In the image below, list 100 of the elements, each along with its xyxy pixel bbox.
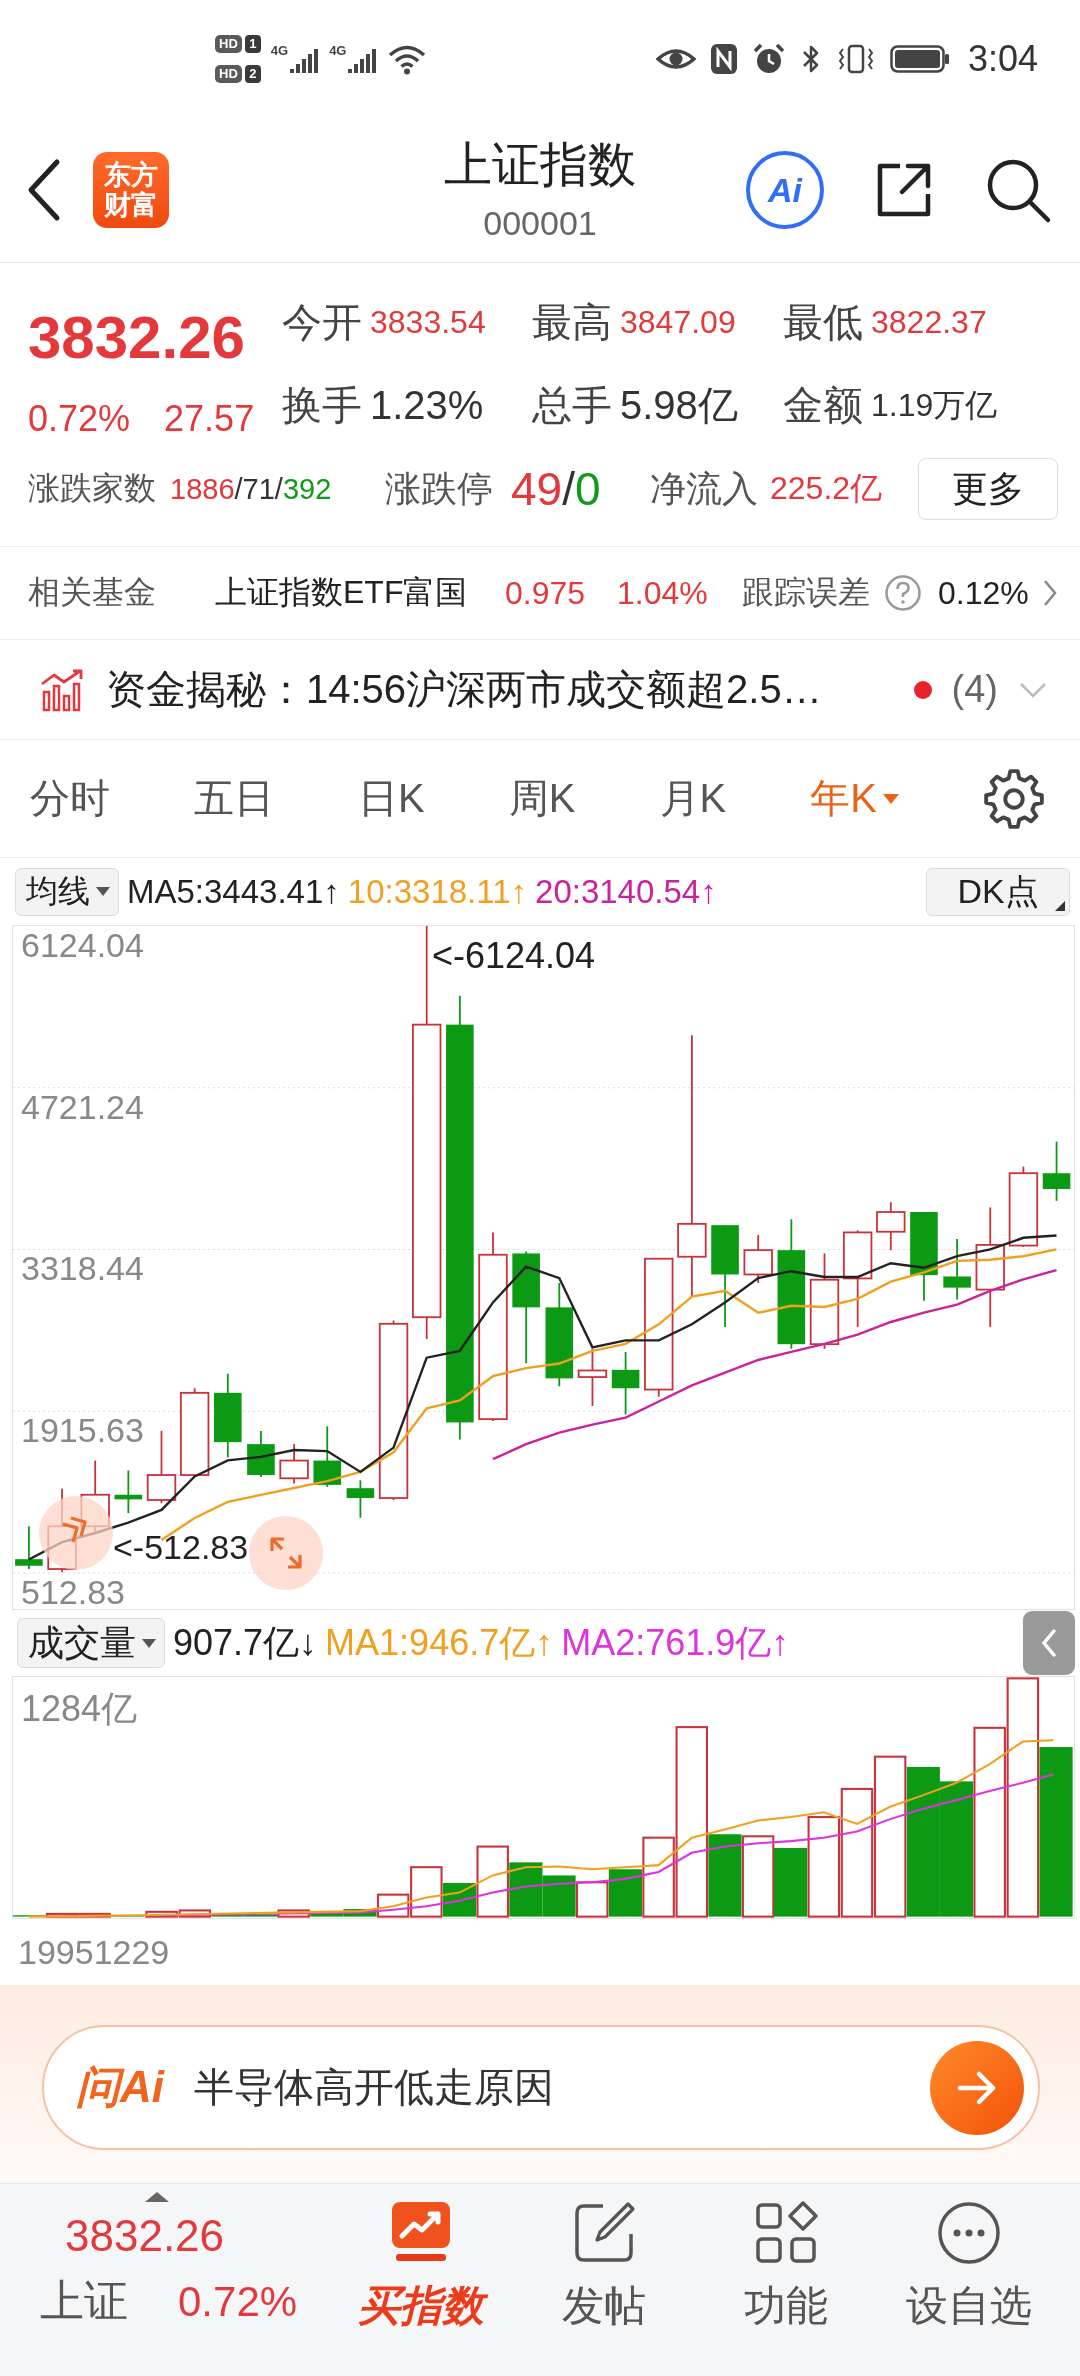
collapse-button[interactable] xyxy=(39,1496,113,1570)
ask-ai-bar[interactable]: 问Ai 半导体高开低走原因 xyxy=(42,2025,1040,2150)
dk-point-button[interactable]: DK点 xyxy=(926,867,1070,916)
net-inflow-value: 225.2亿 xyxy=(770,469,883,508)
submit-button[interactable] xyxy=(930,2040,1024,2135)
app-logo: 东方 财富 xyxy=(93,152,169,228)
expand-arrows-icon xyxy=(267,1534,305,1572)
stat-label: 换手 xyxy=(282,382,362,429)
stat-value: 3822.37 xyxy=(871,304,987,341)
change-percent: 0.72% xyxy=(28,397,131,441)
volume-bar xyxy=(576,1881,609,1918)
indicator-dropdown[interactable]: 成交量 xyxy=(17,1618,165,1668)
y-axis-label: 4721.24 xyxy=(21,1090,144,1124)
stat-label: 总手 xyxy=(532,382,612,429)
candlestick xyxy=(313,1425,342,1488)
corner-triangle-icon xyxy=(1055,900,1065,911)
stat-label: 最高 xyxy=(532,299,612,346)
change-amount: 27.57 xyxy=(164,397,255,441)
caret-icon xyxy=(142,1638,156,1648)
period-tab[interactable]: 分时 xyxy=(30,763,110,834)
suggested-question: 半导体高开低走原因 xyxy=(194,2064,554,2111)
nav-button[interactable]: 设自选 xyxy=(877,2184,1060,2376)
caret-icon xyxy=(882,793,899,804)
candlestick xyxy=(114,1469,143,1515)
ask-ai-logo: 问Ai xyxy=(76,2061,164,2113)
advance-decline-label: 涨跌家数 xyxy=(28,469,156,508)
stat-label: 金额 xyxy=(783,382,863,429)
caret-up-icon[interactable] xyxy=(145,2192,169,2202)
stat-label: 最低 xyxy=(783,299,863,346)
period-tab[interactable]: 日K xyxy=(358,763,425,834)
candlestick xyxy=(743,1234,773,1284)
period-tab[interactable]: 周K xyxy=(508,763,576,834)
start-date-label: 19951229 xyxy=(18,1932,170,1972)
moving-average-value: 20:3140.54↑ xyxy=(535,872,717,911)
volume-value: MA2:761.9亿↑ xyxy=(561,1620,790,1665)
ai-button[interactable]: Ai xyxy=(746,151,824,229)
battery-icon xyxy=(889,44,950,74)
min-value-marker: <-512.83 xyxy=(113,1530,249,1564)
volume-value: 907.7亿↓ xyxy=(173,1620,318,1665)
clock-time: 3:04 xyxy=(967,38,1038,80)
hd-badge: HD xyxy=(215,35,242,53)
index-title: 上证指数 xyxy=(444,137,636,193)
volume-bar xyxy=(542,1875,576,1917)
advance-decline-count: 1886/71/392 xyxy=(170,472,332,506)
nav-button[interactable]: 功能 xyxy=(695,2184,878,2376)
y-axis-label: 3318.44 xyxy=(21,1251,144,1285)
nav-index-change: 0.72% xyxy=(178,2277,298,2326)
moving-average-value: MA5:3443.41↑ xyxy=(127,872,340,911)
volume-bar xyxy=(509,1862,543,1917)
tracking-error-label: 跟踪误差 xyxy=(742,573,870,612)
indicator-dropdown[interactable]: 均线 xyxy=(15,867,119,916)
related-fund-label: 相关基金 xyxy=(28,573,157,612)
y-axis-label: 6124.04 xyxy=(21,928,144,962)
y-axis-label: 1915.63 xyxy=(21,1413,144,1447)
chevron-left-icon xyxy=(1040,1628,1058,1658)
period-tab[interactable]: 五日 xyxy=(194,763,275,834)
candlestick xyxy=(15,1525,43,1570)
nav-button[interactable]: 发帖 xyxy=(512,2184,695,2376)
fund-change-percent: 1.04% xyxy=(617,574,709,612)
index-price: 3832.26 xyxy=(28,303,246,373)
nav-index-name: 上证 xyxy=(40,2275,128,2327)
stat-value: 1.23% xyxy=(370,383,484,428)
stat-value: 5.98亿 xyxy=(620,382,738,429)
tracking-error-value: 0.12% xyxy=(938,574,1029,612)
y-axis-label: 1284亿 xyxy=(21,1691,138,1727)
sim-slot-badge: 2 xyxy=(244,65,261,83)
index-code: 000001 xyxy=(483,203,597,244)
more-button[interactable]: 更多 xyxy=(918,458,1058,520)
news-count: (4) xyxy=(951,668,998,711)
candlestick xyxy=(346,1479,375,1519)
nav-button[interactable]: 买指数 xyxy=(330,2184,513,2376)
hd-badge: HD xyxy=(215,65,242,83)
nav-index-price: 3832.26 xyxy=(65,2210,226,2262)
stat-label: 今开 xyxy=(282,299,362,346)
collapse-panel-button[interactable] xyxy=(1023,1611,1075,1675)
signal-icon xyxy=(347,46,378,74)
chevron-down-icon[interactable] xyxy=(1018,680,1048,699)
limit-label: 涨跌停 xyxy=(385,466,493,511)
max-value-marker: <-6124.04 xyxy=(432,938,596,974)
y-axis-label: 512.83 xyxy=(21,1575,125,1609)
volume-value: MA1:946.7亿↑ xyxy=(325,1620,554,1665)
help-icon[interactable] xyxy=(884,574,922,612)
wifi-icon xyxy=(387,43,428,75)
stat-value: 3847.09 xyxy=(620,304,736,341)
fund-price: 0.975 xyxy=(505,574,587,612)
period-tab[interactable]: 月K xyxy=(659,763,727,834)
chevron-right-icon[interactable] xyxy=(1042,578,1058,608)
settings-icon[interactable] xyxy=(982,767,1045,830)
stat-value: 3833.54 xyxy=(370,304,486,341)
moving-average-value: 10:3318.11↑ xyxy=(347,872,528,911)
fund-name-link[interactable]: 上证指数ETF富国 xyxy=(215,571,505,615)
nfc-icon xyxy=(709,42,738,76)
network-type-label: 4G xyxy=(329,44,347,57)
news-headline[interactable]: 资金揭秘：14:56沪深两市成交额超2.5… xyxy=(106,662,822,717)
candlestick xyxy=(611,1351,640,1416)
candlestick xyxy=(943,1238,971,1301)
candlestick xyxy=(1042,1140,1071,1202)
alarm-icon xyxy=(751,42,786,76)
candlestick xyxy=(876,1201,906,1252)
more-icon xyxy=(935,2200,1002,2266)
